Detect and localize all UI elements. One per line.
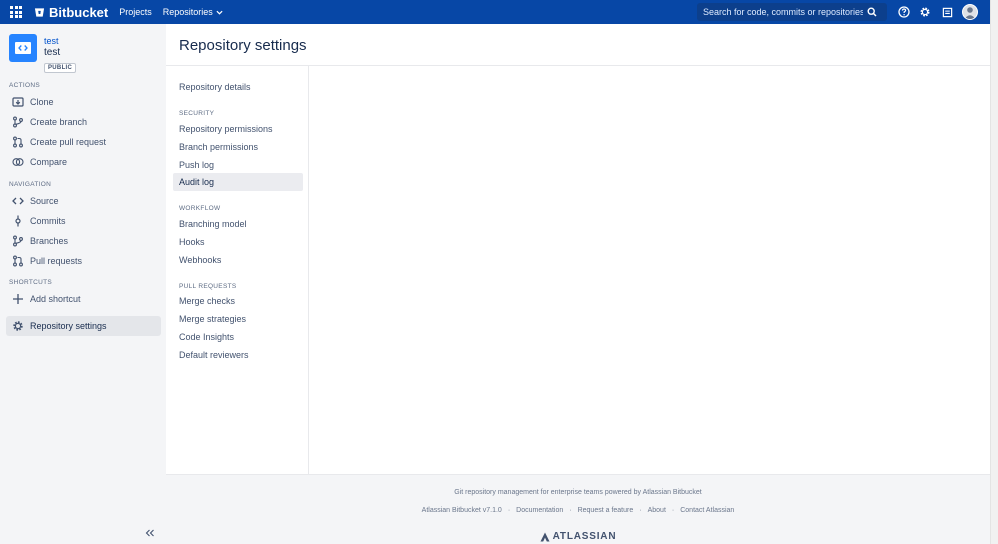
top-navigation-bar: Bitbucket Projects Repositories [0,0,990,24]
add-shortcut-button[interactable]: Add shortcut [6,289,161,309]
settings-nav-push-log[interactable]: Push log [173,156,303,174]
bitbucket-home-link[interactable]: Bitbucket [34,5,108,20]
bitbucket-logo-icon [34,7,45,17]
atlassian-brand[interactable]: ATLASSIAN [166,531,990,542]
sidebar-item-branches[interactable]: Branches [6,231,161,251]
footer-separator: · [507,507,511,514]
sidebar-item-source[interactable]: Source [6,191,161,211]
search-box [697,3,887,21]
sidebar: test test PUBLIC ACTIONS Clone Create br… [0,24,166,544]
settings-nav-branching-model[interactable]: Branching model [173,215,303,233]
sidebar-item-label: Compare [30,157,68,167]
sidebar-item-label: Pull requests [30,256,83,266]
sidebar-item-label: Clone [30,97,54,107]
search-icon [867,7,877,17]
footer-link-contact[interactable]: Contact Atlassian [680,507,734,514]
commit-icon [10,213,26,229]
footer-links: Atlassian Bitbucket v7.1.0 · Documentati… [166,507,990,514]
settings-navigation: Repository details SECURITY Repository p… [166,66,309,474]
footer-separator: · [569,507,572,514]
atlassian-logo-icon [540,532,550,541]
inbox-icon [942,7,952,17]
nav-repositories-dropdown[interactable]: Repositories [163,7,223,17]
sidebar-item-label: Create pull request [30,137,107,147]
code-repo-icon [18,45,28,51]
sidebar-item-label: Source [30,196,59,206]
sidebar-item-compare[interactable]: Compare [6,152,161,172]
settings-nav-audit-log[interactable]: Audit log [173,173,303,191]
project-link[interactable]: test [44,36,59,46]
app-name: Bitbucket [49,4,109,20]
footer: Git repository management for enterprise… [166,475,990,544]
settings-button[interactable] [917,4,933,20]
code-icon [10,193,26,209]
help-button[interactable] [896,4,912,20]
settings-gear-icon [920,7,930,17]
inbox-button[interactable] [939,4,955,20]
sidebar-item-pull-requests[interactable]: Pull requests [6,251,161,271]
security-section-label: SECURITY [179,110,215,117]
search-input[interactable] [697,7,863,17]
search-button[interactable] [863,7,881,17]
repository-avatar[interactable] [9,34,37,62]
sidebar-item-repository-settings[interactable]: Repository settings [6,316,161,336]
footer-tagline: Git repository management for enterprise… [454,489,702,496]
atlassian-wordmark: ATLASSIAN [552,531,617,542]
settings-nav-code-insights[interactable]: Code Insights [173,328,303,346]
shortcuts-section-label: SHORTCUTS [9,279,53,286]
help-icon [898,6,910,18]
repository-name[interactable]: test [44,47,60,58]
settings-nav-merge-strategies[interactable]: Merge strategies [173,310,303,328]
settings-content-panel [310,66,990,474]
footer-link-version[interactable]: Atlassian Bitbucket v7.1.0 [422,507,502,514]
user-profile-icon [964,7,976,19]
footer-separator: · [639,507,642,514]
sidebar-item-label: Commits [30,216,66,226]
sidebar-item-label: Branches [30,236,69,246]
app-switcher-button[interactable] [4,0,28,24]
sidebar-item-clone[interactable]: Clone [6,92,161,112]
pull-requests-section-label: PULL REQUESTS [179,283,237,290]
navigation-section-label: NAVIGATION [9,181,52,188]
clone-icon [10,94,26,110]
settings-nav-repository-permissions[interactable]: Repository permissions [173,120,303,138]
settings-nav-merge-checks[interactable]: Merge checks [173,292,303,310]
sidebar-item-label: Create branch [30,117,88,127]
page-title: Repository settings [179,37,307,54]
apps-grid-icon [10,6,22,18]
gear-icon [10,318,26,334]
pull-request-icon [10,253,26,269]
plus-icon [10,291,26,307]
actions-section-label: ACTIONS [9,82,40,89]
workflow-section-label: WORKFLOW [179,205,221,212]
sidebar-item-label: Repository settings [30,321,107,331]
user-avatar[interactable] [962,4,978,20]
public-badge: PUBLIC [44,63,77,73]
settings-nav-webhooks[interactable]: Webhooks [173,251,303,269]
sidebar-item-create-pull-request[interactable]: Create pull request [6,132,161,152]
branch-icon [10,233,26,249]
double-chevron-left-icon [145,529,154,537]
chevron-down-icon [216,10,223,15]
footer-link-request-feature[interactable]: Request a feature [578,507,634,514]
settings-nav-branch-permissions[interactable]: Branch permissions [173,138,303,156]
footer-link-about[interactable]: About [648,507,666,514]
pull-request-icon [10,134,26,150]
sidebar-item-create-branch[interactable]: Create branch [6,112,161,132]
collapse-sidebar-button[interactable] [144,527,156,539]
compare-icon [10,154,26,170]
footer-separator: · [671,507,675,514]
sidebar-item-commits[interactable]: Commits [6,211,161,231]
nav-projects[interactable]: Projects [119,7,152,17]
sidebar-item-label: Add shortcut [30,294,81,304]
footer-link-documentation[interactable]: Documentation [516,507,563,514]
nav-repositories-label: Repositories [162,7,213,17]
branch-icon [10,114,26,130]
page-scrollbar[interactable] [990,0,998,544]
settings-nav-default-reviewers[interactable]: Default reviewers [173,346,303,364]
settings-nav-hooks[interactable]: Hooks [173,233,303,251]
settings-nav-repository-details[interactable]: Repository details [173,78,303,96]
